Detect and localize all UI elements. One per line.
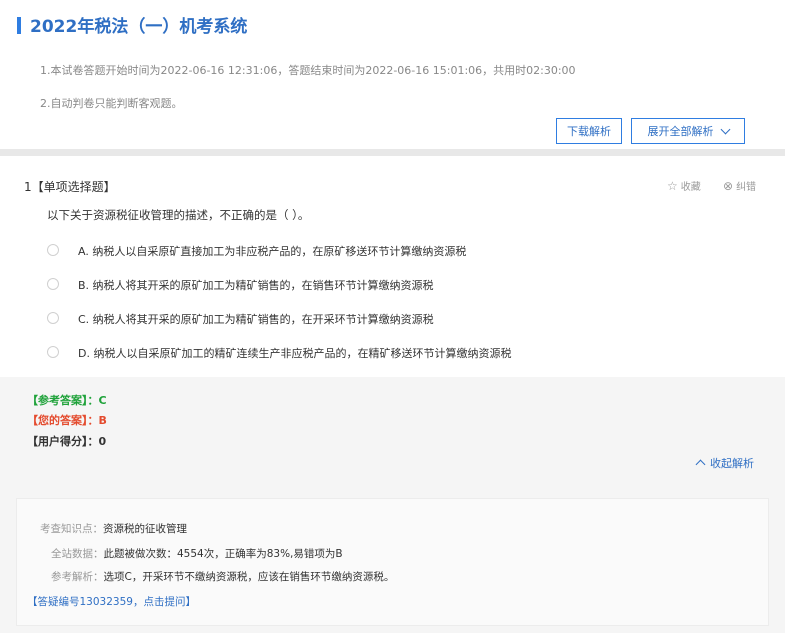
reference-answer: 【参考答案】：C	[27, 394, 107, 407]
title-accent-bar	[17, 17, 21, 34]
report-error-label: 纠错	[736, 182, 757, 193]
site-stats-label: 全站数据：	[51, 548, 104, 560]
page-title: 2022年税法（一）机考系统	[30, 17, 248, 37]
ask-question-link[interactable]: 【答疑编号13032359，点击提问】	[27, 594, 196, 609]
question-stem: 以下关于资源税征收管理的描述，不正确的是（ ）。	[47, 208, 310, 222]
favorite-label: 收藏	[680, 182, 701, 193]
radio-button[interactable]	[47, 312, 59, 324]
option-text: A. 纳税人以自采原矿直接加工为非应税产品的，在原矿移送环节计算缴纳资源税	[78, 245, 467, 258]
report-error-button[interactable]: ⊗ 纠错	[723, 178, 756, 193]
reference-explanation-label: 参考解析：	[51, 571, 104, 583]
radio-button[interactable]	[47, 244, 59, 256]
circle-x-icon: ⊗	[723, 179, 734, 193]
reference-explanation-value: 选项C，开采环节不缴纳资源税，应该在销售环节缴纳资源税。	[103, 571, 395, 583]
reference-explanation-row: 参考解析：选项C，开采环节不缴纳资源税，应该在销售环节缴纳资源税。	[51, 569, 394, 584]
expand-all-label: 展开全部解析	[647, 125, 714, 138]
chevron-up-icon	[695, 459, 706, 470]
expand-all-analysis-button[interactable]: 展开全部解析	[631, 118, 745, 144]
user-score: 【用户得分】：0	[27, 435, 107, 448]
grading-note: 2.自动判卷只能判断客观题。	[40, 97, 183, 110]
star-icon: ☆	[667, 179, 678, 193]
knowledge-point-value: 资源税的征收管理	[103, 523, 187, 535]
question-number-type: 1【单项选择题】	[24, 180, 116, 194]
site-stats-row: 全站数据：此题被做次数：4554次，正确率为83%,易错项为B	[51, 546, 343, 561]
section-divider	[0, 149, 785, 156]
radio-button[interactable]	[47, 346, 59, 358]
collapse-analysis-button[interactable]: 收起解析	[695, 455, 754, 471]
knowledge-point-row: 考查知识点：资源税的征收管理	[40, 521, 187, 536]
chevron-down-icon	[720, 124, 730, 135]
exam-header: 2022年税法（一）机考系统 1.本试卷答题开始时间为2022-06-16 12…	[0, 0, 785, 149]
option-text: C. 纳税人将其开采的原矿加工为精矿销售的，在开采环节计算缴纳资源税	[78, 313, 434, 326]
download-analysis-button[interactable]: 下载解析	[556, 118, 622, 144]
download-analysis-label: 下载解析	[567, 125, 611, 138]
favorite-button[interactable]: ☆ 收藏	[667, 178, 701, 193]
option-text: B. 纳税人将其开采的原矿加工为精矿销售的，在销售环节计算缴纳资源税	[78, 279, 434, 292]
site-stats-value: 此题被做次数：4554次，正确率为83%,易错项为B	[103, 548, 343, 560]
user-answer: 【您的答案】：B	[27, 414, 107, 427]
radio-button[interactable]	[47, 278, 59, 290]
collapse-analysis-label: 收起解析	[710, 457, 754, 470]
option-text: D. 纳税人以自采原矿加工的精矿连续生产非应税产品的，在精矿移送环节计算缴纳资源…	[78, 347, 512, 360]
knowledge-point-label: 考查知识点：	[40, 523, 103, 535]
exam-time-info: 1.本试卷答题开始时间为2022-06-16 12:31:06，答题结束时间为2…	[40, 64, 576, 77]
